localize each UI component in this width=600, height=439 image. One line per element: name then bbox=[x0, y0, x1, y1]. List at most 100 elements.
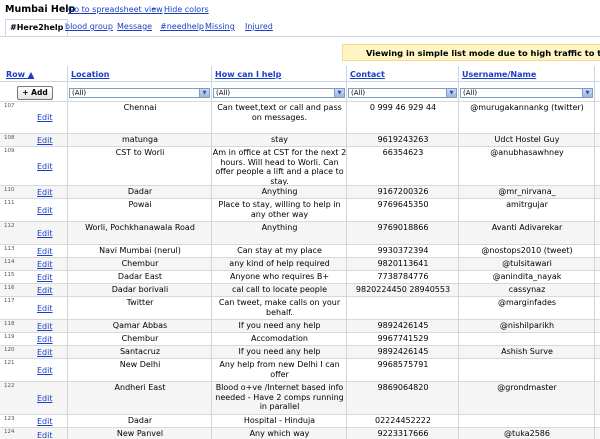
edit-link[interactable]: Edit bbox=[37, 417, 53, 426]
username-cell: @mr_nirvana_ bbox=[498, 187, 556, 196]
row-number: 107 bbox=[4, 103, 15, 109]
table-row: 117 Edit Twitter Can tweet, make calls on y… bbox=[0, 296, 600, 320]
table-row: 109 Edit CST to Worli Am in office at CST f… bbox=[0, 146, 600, 186]
tab-needhelp[interactable]: #needhelp bbox=[160, 22, 204, 31]
dropdown-arrow-icon: ▼ bbox=[582, 89, 592, 97]
edit-link[interactable]: Edit bbox=[37, 273, 53, 282]
help-cell: cal call to locate people bbox=[231, 285, 328, 294]
username-cell: @anubhasawhney bbox=[490, 148, 564, 157]
tab-missing[interactable]: Missing bbox=[205, 22, 235, 31]
edit-link[interactable]: Edit bbox=[37, 322, 53, 331]
column-header-username[interactable]: Username/Name bbox=[462, 70, 536, 79]
table-row: 108 Edit matunga stay 9619243263 Udct Hostel … bbox=[0, 133, 600, 147]
location-cell: Chennai bbox=[123, 103, 157, 112]
help-cell: Can stay at my place bbox=[237, 246, 322, 255]
edit-link[interactable]: Edit bbox=[37, 394, 53, 403]
column-header-how-can-i-help[interactable]: How can I help bbox=[215, 70, 281, 79]
table-row: 114 Edit Chembur any kind of help required 9… bbox=[0, 257, 600, 271]
row-number: 108 bbox=[4, 135, 15, 141]
location-cell: Dadar borivali bbox=[111, 285, 169, 294]
contact-filter-value: (All) bbox=[351, 89, 366, 97]
contact-cell: 66354623 bbox=[382, 148, 424, 157]
edit-link[interactable]: Edit bbox=[37, 286, 53, 295]
help-cell: Can tweet,text or call and pass on messa… bbox=[217, 103, 342, 122]
help-cell: Place to stay, willing to help in any ot… bbox=[218, 200, 341, 219]
column-separator bbox=[594, 66, 595, 101]
username-cell: cassynaz bbox=[508, 285, 546, 294]
edit-link[interactable]: Edit bbox=[37, 260, 53, 269]
help-cell: If you need any help bbox=[238, 321, 321, 330]
contact-cell: 9167200326 bbox=[377, 187, 429, 196]
help-cell: Anything bbox=[261, 187, 298, 196]
help-cell: Blood o+ve /Internet based info needed -… bbox=[215, 383, 344, 411]
spreadsheet-view-link[interactable]: Go to spreadsheet view bbox=[68, 5, 163, 14]
username-cell: @tuka2586 bbox=[504, 429, 550, 438]
top-bar: Mumbai Help Go to spreadsheet view – Hid… bbox=[0, 0, 600, 20]
dropdown-arrow-icon: ▼ bbox=[446, 89, 456, 97]
table-row: 110 Edit Dadar Anything 9167200326 @mr_nirvan… bbox=[0, 185, 600, 199]
table-row: 119 Edit Chembur Accomodation 9967741529 bbox=[0, 332, 600, 346]
location-cell: Powai bbox=[128, 200, 152, 209]
column-separator bbox=[458, 101, 459, 439]
tab-here2help[interactable]: #Here2help bbox=[5, 19, 69, 36]
column-separator bbox=[67, 101, 68, 439]
row-number: 119 bbox=[4, 334, 15, 340]
location-filter-select[interactable]: (All) ▼ bbox=[69, 88, 210, 98]
username-cell: @anindita_nayak bbox=[492, 272, 562, 281]
column-separator bbox=[346, 101, 347, 439]
contact-filter-select[interactable]: (All) ▼ bbox=[348, 88, 457, 98]
table-row: 111 Edit Powai Place to stay, willing to he… bbox=[0, 198, 600, 222]
table-row: 120 Edit Santacruz If you need any help 9892… bbox=[0, 345, 600, 359]
hide-colors-link[interactable]: Hide colors bbox=[164, 5, 209, 14]
contact-cell: 0 999 46 929 44 bbox=[369, 103, 437, 112]
tab-injured[interactable]: Injured bbox=[245, 22, 273, 31]
edit-link[interactable]: Edit bbox=[37, 335, 53, 344]
contact-cell: 9820113641 bbox=[377, 259, 429, 268]
edit-link[interactable]: Edit bbox=[37, 188, 53, 197]
username-cell: @nostops2010 (tweet) bbox=[481, 246, 573, 255]
table-row: 115 Edit Dadar East Anyone who requires B+ 7… bbox=[0, 270, 600, 284]
add-row-button[interactable]: + Add bbox=[17, 86, 53, 100]
location-cell: New Panvel bbox=[116, 429, 164, 438]
edit-link[interactable]: Edit bbox=[37, 366, 53, 375]
table-row: 112 Edit Worli, Pochkhanawala Road Anything… bbox=[0, 221, 600, 245]
edit-link[interactable]: Edit bbox=[37, 304, 53, 313]
column-separator bbox=[211, 101, 212, 439]
edit-link[interactable]: Edit bbox=[37, 229, 53, 238]
location-cell: Santacruz bbox=[119, 347, 161, 356]
traffic-notice: Viewing in simple list mode due to high … bbox=[342, 44, 600, 61]
edit-link[interactable]: Edit bbox=[37, 136, 53, 145]
edit-link[interactable]: Edit bbox=[37, 206, 53, 215]
edit-link[interactable]: Edit bbox=[37, 431, 53, 439]
row-number: 114 bbox=[4, 259, 15, 265]
contact-cell: 9930372394 bbox=[377, 246, 429, 255]
edit-link[interactable]: Edit bbox=[37, 113, 53, 122]
row-number: 118 bbox=[4, 321, 15, 327]
table-row: 123 Edit Dadar Hospital - Hinduja 0222445222… bbox=[0, 414, 600, 428]
row-number: 124 bbox=[4, 429, 15, 435]
location-cell: New Delhi bbox=[119, 360, 161, 369]
column-separator bbox=[211, 66, 212, 101]
row-number: 121 bbox=[4, 360, 15, 366]
help-filter-select[interactable]: (All) ▼ bbox=[213, 88, 345, 98]
help-cell: any kind of help required bbox=[229, 259, 330, 268]
edit-link[interactable]: Edit bbox=[37, 162, 53, 171]
tab-blood-group[interactable]: blood group bbox=[65, 22, 113, 31]
table-row: 118 Edit Qamar Abbas If you need any help 98… bbox=[0, 319, 600, 333]
location-cell: Dadar bbox=[127, 187, 153, 196]
dropdown-arrow-icon: ▼ bbox=[199, 89, 209, 97]
tab-message[interactable]: Message bbox=[117, 22, 152, 31]
column-header-row[interactable]: Row ▲ bbox=[6, 70, 34, 79]
username-filter-select[interactable]: (All) ▼ bbox=[460, 88, 593, 98]
row-number: 113 bbox=[4, 246, 15, 252]
column-header-location[interactable]: Location bbox=[71, 70, 110, 79]
edit-link[interactable]: Edit bbox=[37, 247, 53, 256]
contact-cell: 9968575791 bbox=[377, 360, 429, 369]
help-cell: Anything bbox=[261, 223, 298, 232]
header-divider bbox=[0, 81, 600, 82]
column-header-contact[interactable]: Contact bbox=[350, 70, 385, 79]
contact-cell: 9223317666 bbox=[377, 429, 429, 438]
edit-link[interactable]: Edit bbox=[37, 348, 53, 357]
location-cell: CST to Worli bbox=[115, 148, 165, 157]
help-filter-value: (All) bbox=[216, 89, 231, 97]
